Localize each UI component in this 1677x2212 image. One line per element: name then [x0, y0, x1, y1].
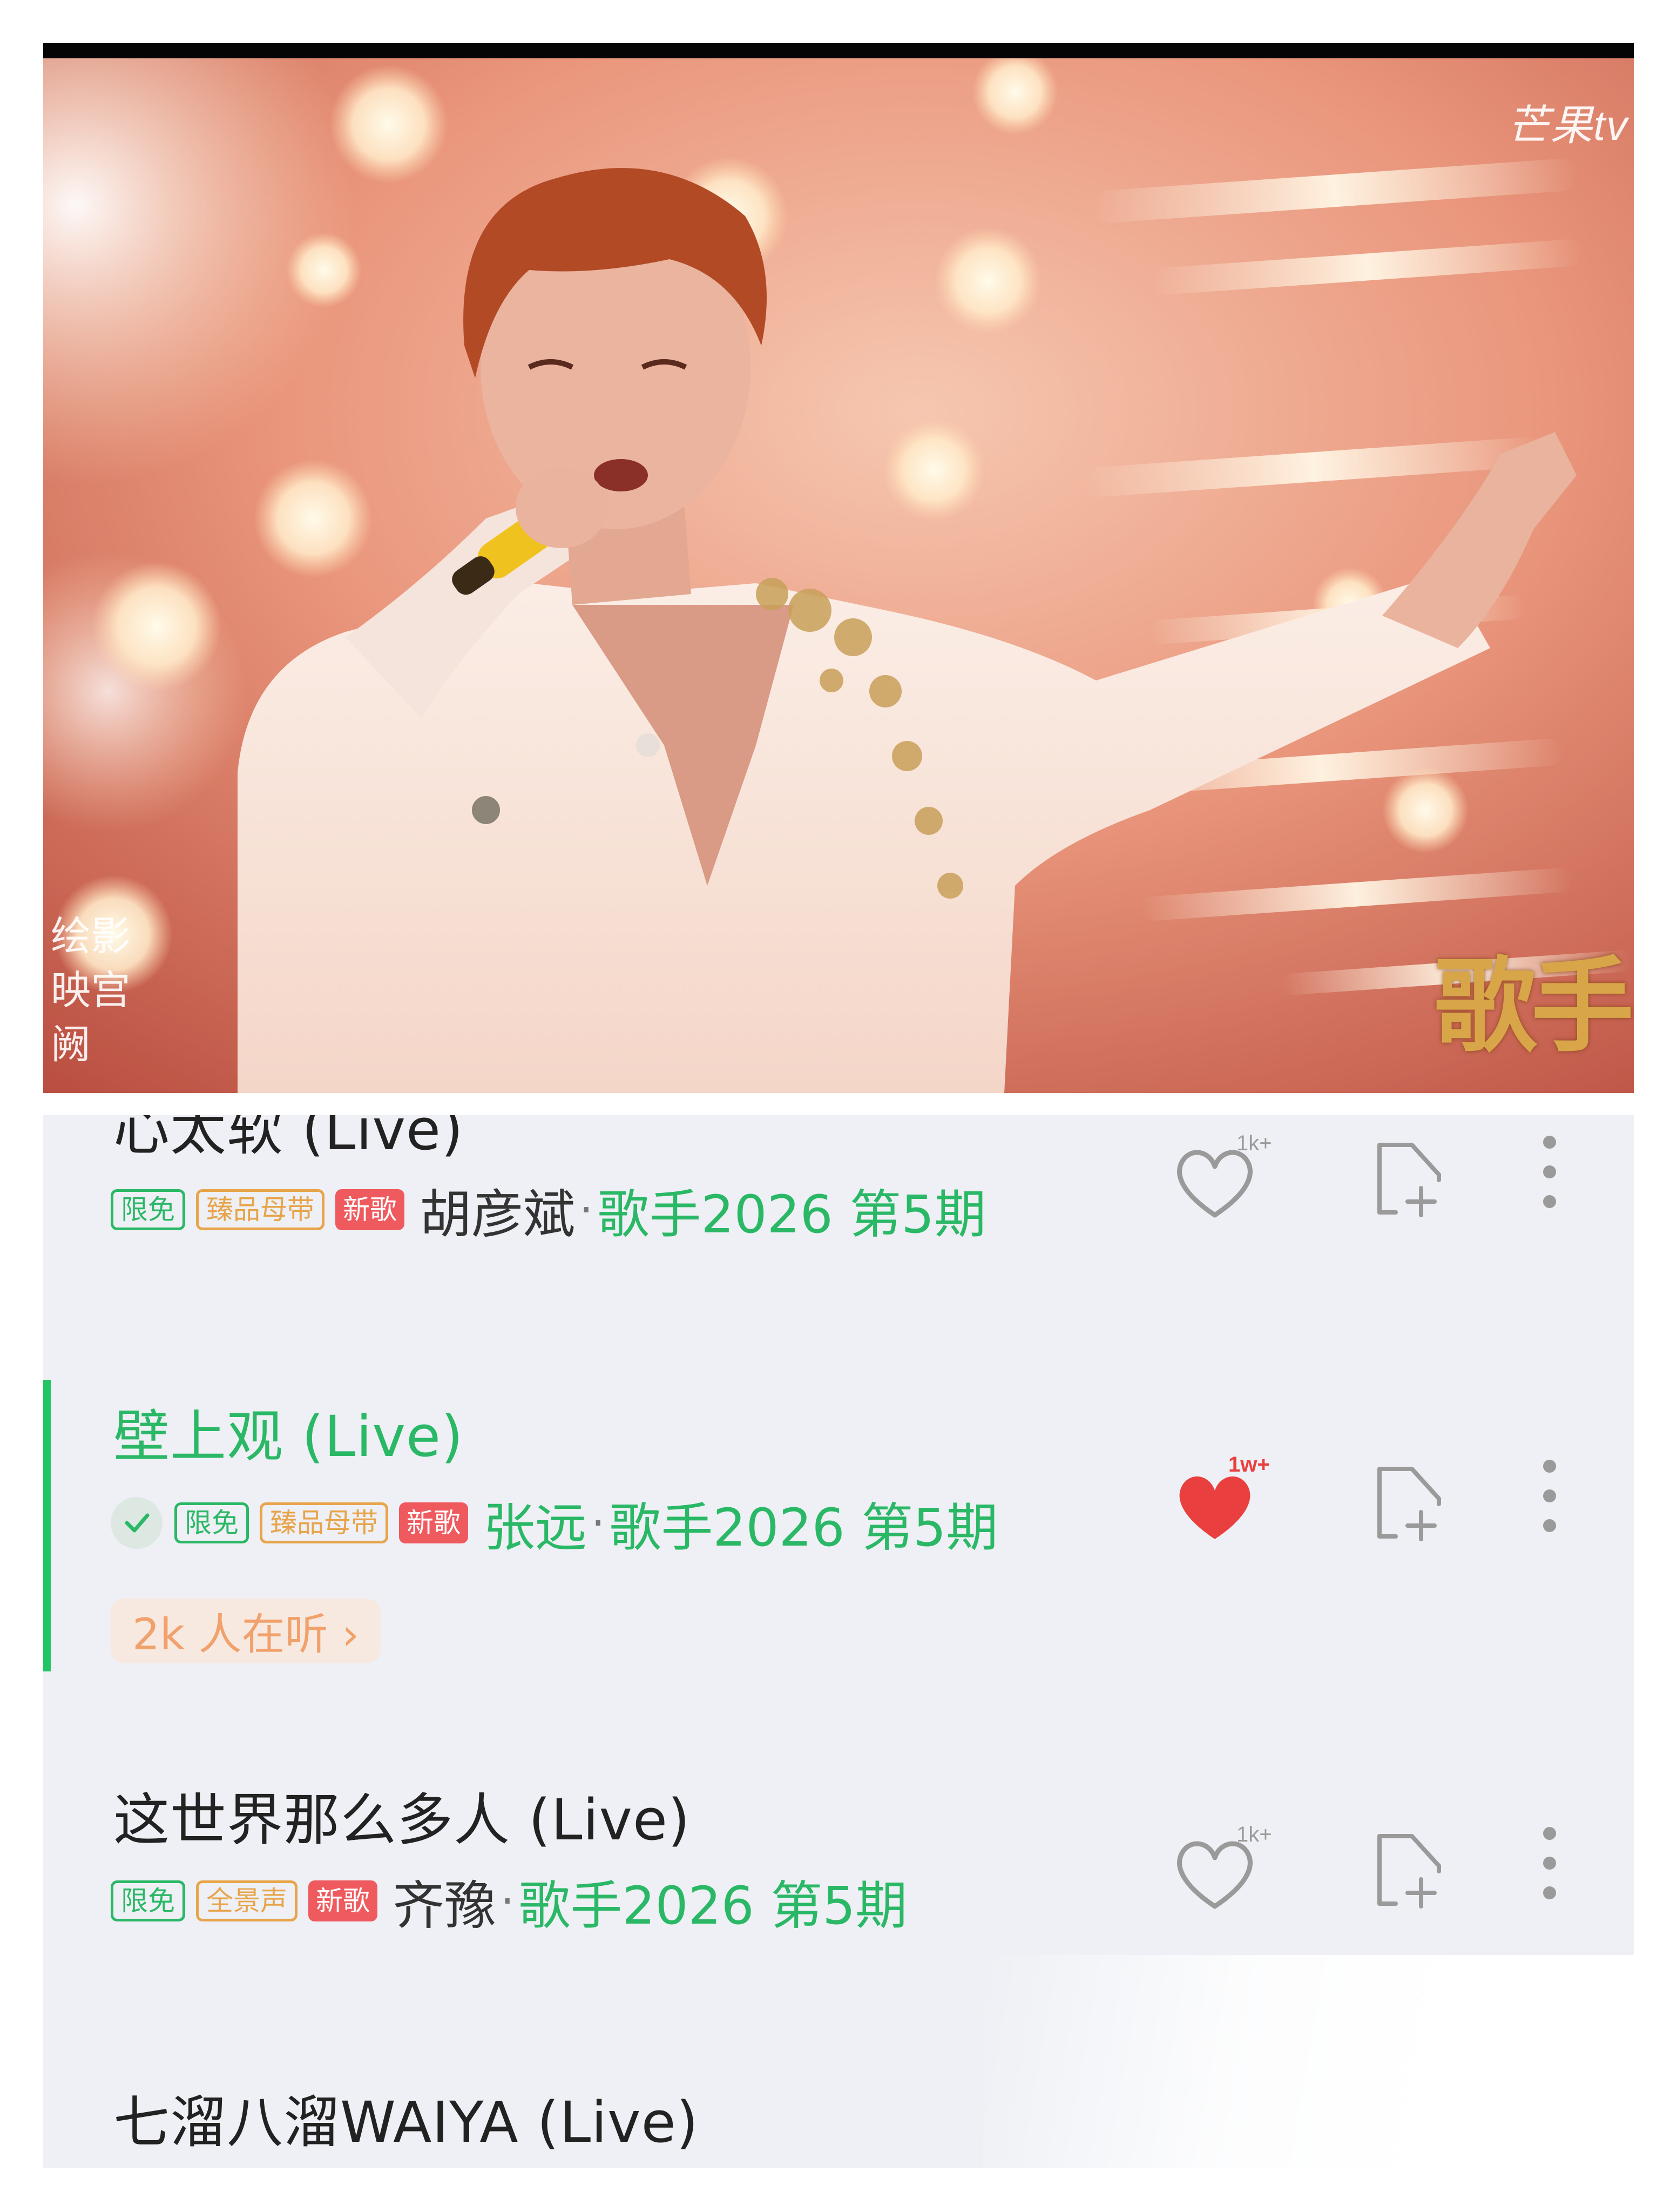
show-logo: 歌手: [1433, 946, 1634, 1066]
free-tag: 限免: [111, 1189, 185, 1230]
now-playing-indicator: [43, 1380, 51, 1671]
like-count: 1w+: [1228, 1453, 1270, 1476]
song-title: 壁上观 (Live): [113, 1404, 464, 1469]
album-name[interactable]: 歌手2026 第5期: [518, 1864, 907, 1939]
free-tag: 限免: [174, 1502, 249, 1543]
heart-icon[interactable]: [1172, 1466, 1258, 1549]
album-name[interactable]: 歌手2026 第5期: [609, 1486, 998, 1561]
song-title: 这世界那么多人 (Live): [113, 1787, 691, 1853]
add-to-playlist-icon[interactable]: [1371, 1461, 1447, 1544]
artist-name[interactable]: 胡彦斌: [420, 1172, 575, 1247]
quality-tag: 臻品母带: [260, 1502, 388, 1543]
new-song-tag: 新歌: [335, 1189, 404, 1230]
album-name[interactable]: 歌手2026 第5期: [597, 1172, 986, 1247]
song-title: 心太软 (Live): [113, 1115, 464, 1163]
song-list: 心太软 (Live) 限免 臻品母带 新歌 胡彦斌 · 歌手2026 第5期 1…: [43, 1115, 1634, 2168]
add-to-playlist-icon[interactable]: [1371, 1137, 1447, 1220]
artist-name[interactable]: 张远: [483, 1486, 587, 1561]
more-vertical-icon[interactable]: [1539, 1131, 1560, 1215]
song-row[interactable]: 七溜八溜WAIYA (Live): [43, 2076, 1634, 2168]
add-to-playlist-icon[interactable]: [1371, 1828, 1447, 1911]
song-row[interactable]: 这世界那么多人 (Live) 限免 全景声 新歌 齐豫 · 歌手2026 第5期…: [43, 1774, 1634, 2001]
song-meta: 限免 全景声 新歌 齐豫 · 歌手2026 第5期: [111, 1871, 907, 1936]
quality-tag: 全景声: [196, 1880, 297, 1921]
song-meta: 限免 臻品母带 新歌 张远 · 歌手2026 第5期: [111, 1493, 998, 1558]
caption-watermark: 绘影 映宫阙: [51, 913, 131, 1068]
artist-name[interactable]: 齐豫: [393, 1864, 496, 1939]
video-player[interactable]: 芒果tv 绘影 映宫阙 歌手: [43, 43, 1634, 1093]
concert-stage-scene: [43, 43, 1634, 1093]
song-title: 七溜八溜WAIYA (Live): [113, 2089, 699, 2155]
quality-tag: 臻品母带: [196, 1189, 324, 1230]
separator: ·: [501, 1876, 515, 1926]
song-row[interactable]: 心太软 (Live) 限免 臻品母带 新歌 胡彦斌 · 歌手2026 第5期 1…: [43, 1115, 1634, 1342]
like-count: 1k+: [1236, 1131, 1272, 1155]
more-vertical-icon[interactable]: [1539, 1823, 1560, 1906]
separator: ·: [591, 1498, 605, 1548]
video-top-bar: [43, 43, 1634, 58]
separator: ·: [579, 1184, 593, 1235]
listeners-count-button[interactable]: 2k 人在听 ›: [111, 1599, 381, 1663]
song-row-active[interactable]: 壁上观 (Live) 限免 臻品母带 新歌 张远 · 歌手2026 第5期 2k…: [43, 1380, 1634, 1688]
new-song-tag: 新歌: [308, 1880, 377, 1921]
song-meta: 限免 臻品母带 新歌 胡彦斌 · 歌手2026 第5期: [111, 1180, 986, 1245]
more-vertical-icon[interactable]: [1539, 1455, 1560, 1539]
mango-tv-watermark: 芒果tv: [1507, 102, 1628, 149]
new-song-tag: 新歌: [399, 1502, 468, 1543]
free-tag: 限免: [111, 1880, 185, 1921]
like-count: 1k+: [1236, 1823, 1272, 1846]
check-icon: [111, 1497, 163, 1549]
